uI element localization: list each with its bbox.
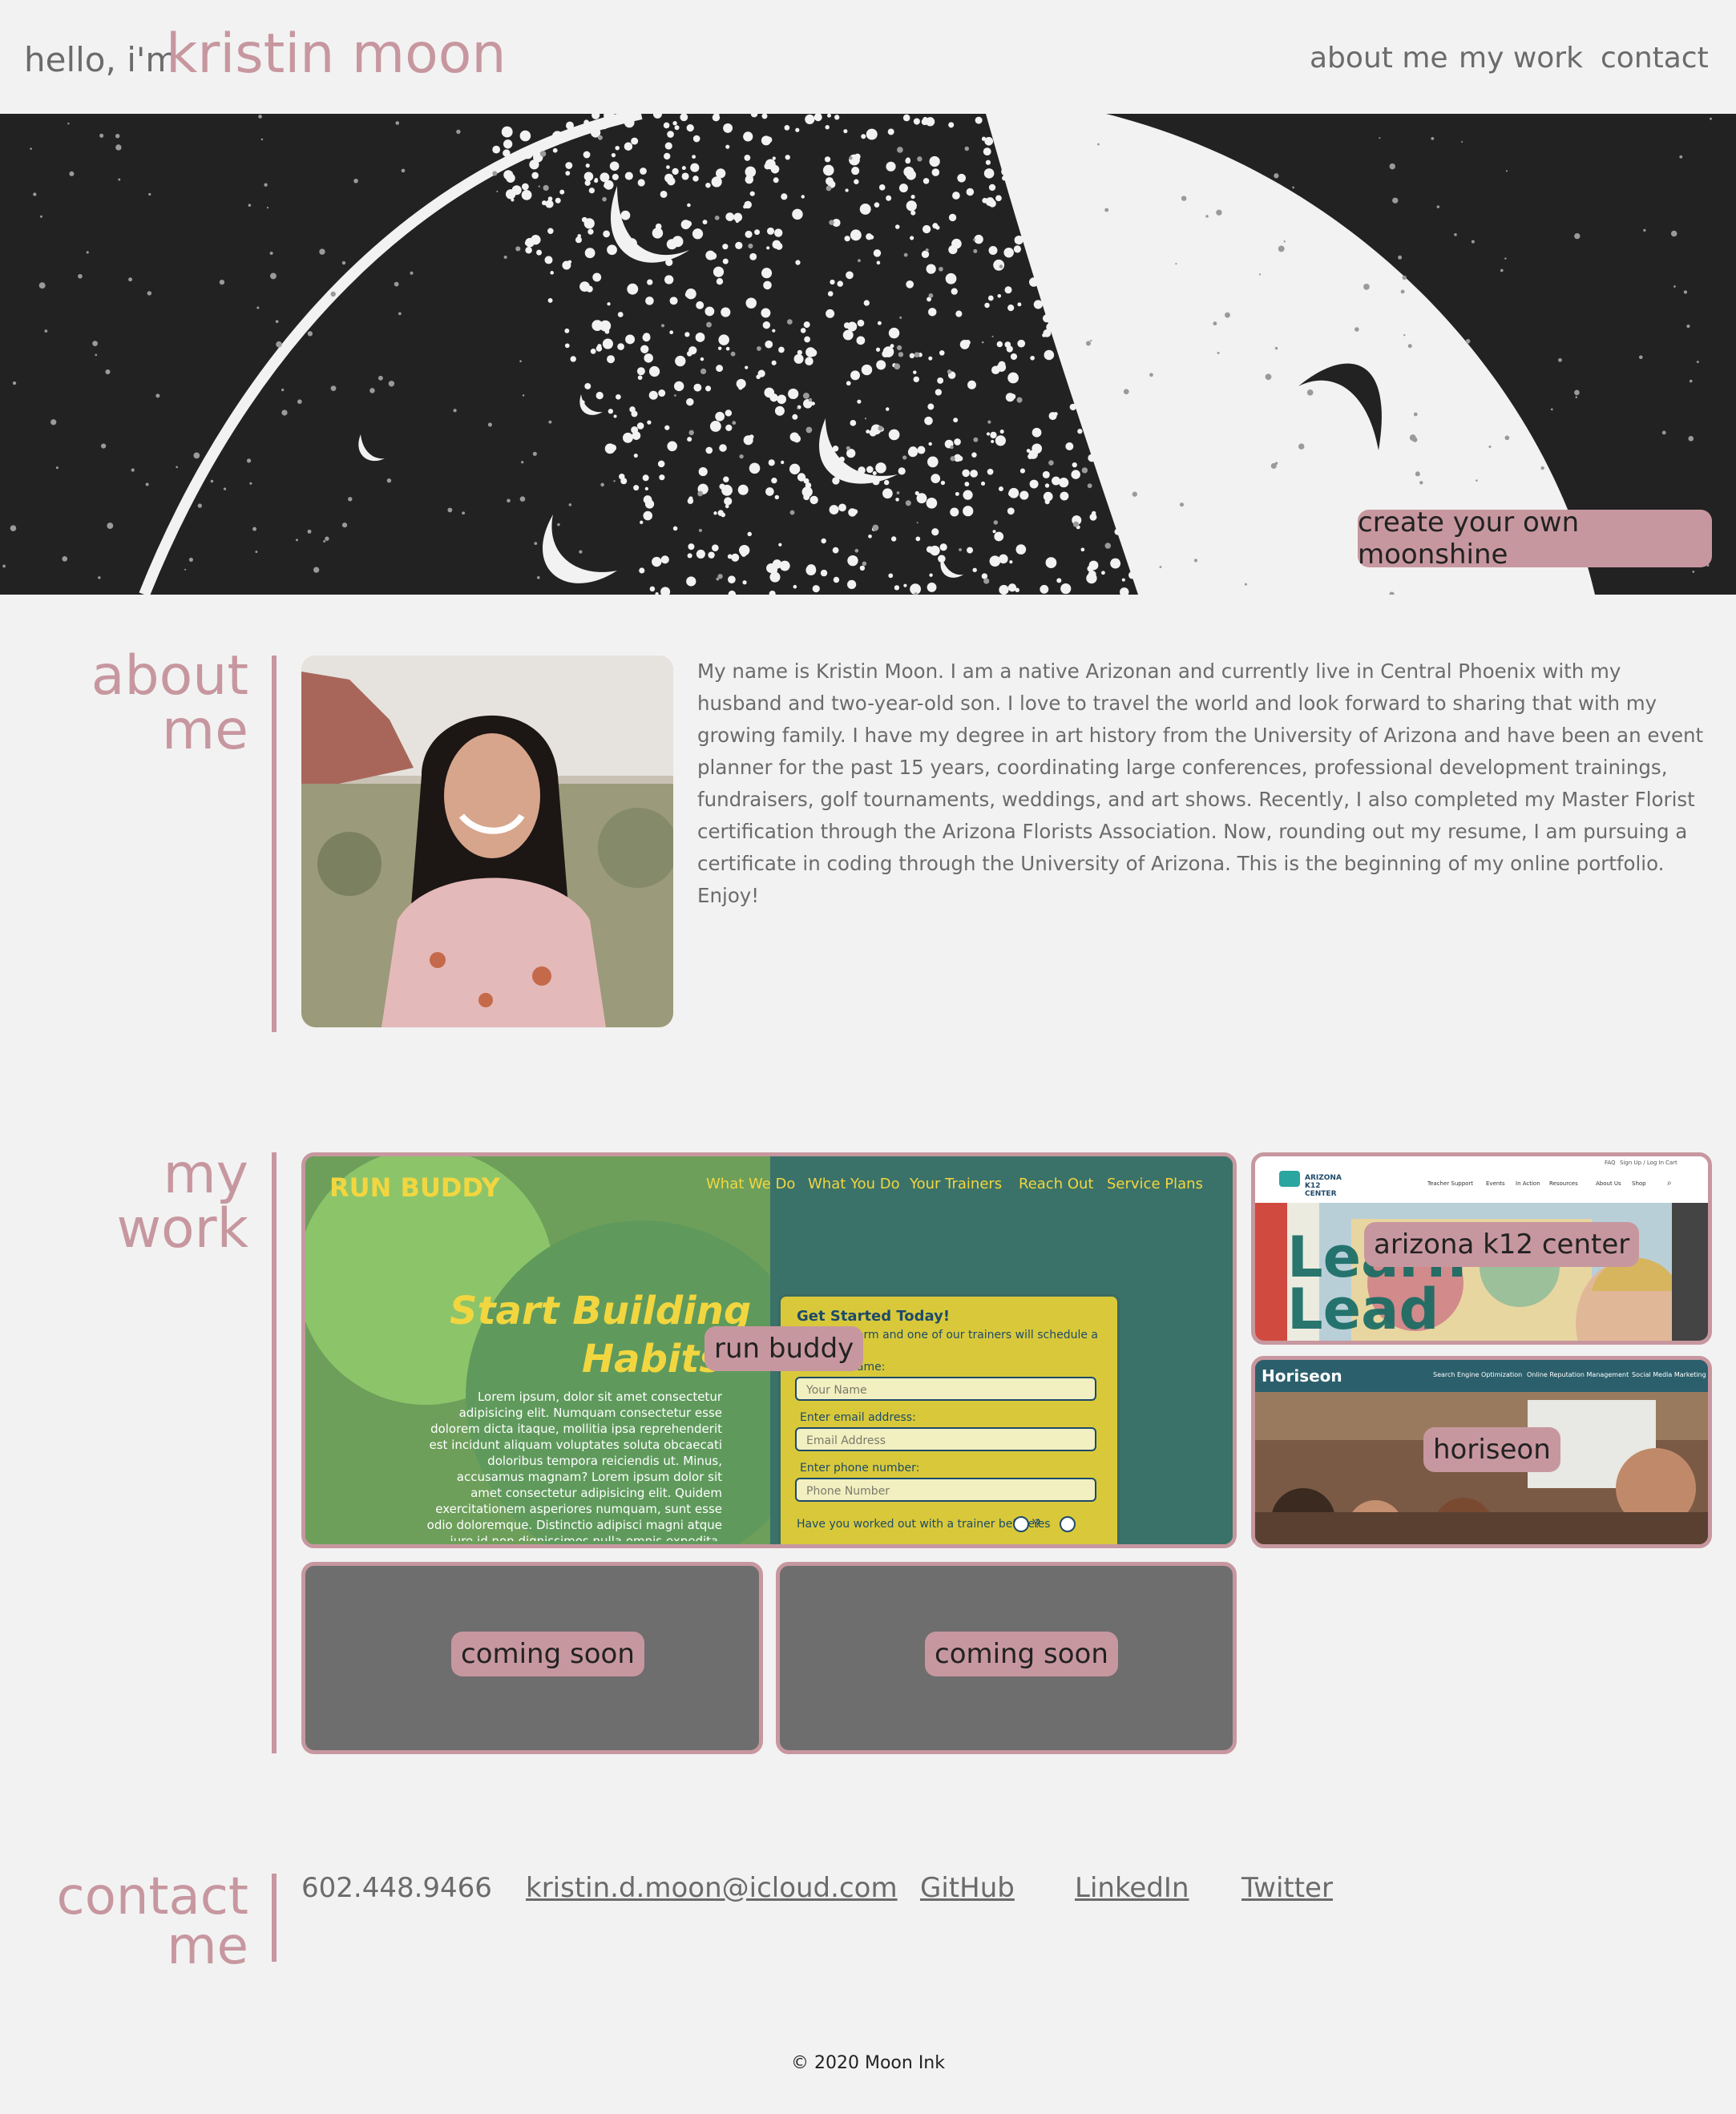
contact-email-link[interactable]: kristin.d.moon@icloud.com <box>526 1872 898 1904</box>
hero-banner: create your own moonshine <box>0 114 1736 595</box>
twitter-link[interactable]: Twitter <box>1241 1872 1333 1904</box>
contact-divider <box>272 1874 277 1962</box>
k12-big-2: Lead <box>1287 1277 1439 1342</box>
k12-nav: In Action <box>1516 1180 1540 1187</box>
run-buddy-headline-2: Habits <box>582 1337 722 1382</box>
project-card-horiseon[interactable]: Horiseon Search Engine Optimization Onli… <box>1251 1356 1712 1548</box>
work-title: my work <box>116 1143 248 1261</box>
nav-about-me[interactable]: about me <box>1310 42 1448 75</box>
horiseon-header: Horiseon Search Engine Optimization Onli… <box>1255 1360 1708 1392</box>
k12-nav: Resources <box>1549 1180 1578 1187</box>
run-buddy-phone-label: Enter phone number: <box>800 1462 920 1475</box>
about-divider <box>272 656 277 1032</box>
radio-icon <box>1013 1516 1029 1532</box>
run-buddy-form-title: Get Started Today! <box>797 1308 951 1325</box>
k12-nav: Teacher Support <box>1427 1180 1474 1187</box>
nav-my-work[interactable]: my work <box>1459 42 1583 75</box>
k12-toplink: Cart <box>1665 1160 1677 1166</box>
moonshine-button[interactable]: create your own moonshine <box>1358 506 1712 571</box>
contact-title-line-1: contact <box>56 1867 249 1926</box>
nav-contact[interactable]: contact <box>1601 42 1709 75</box>
run-buddy-nav-0: What We Do <box>706 1176 796 1192</box>
footer-copyright: © 2020 Moon Ink <box>791 2053 945 2073</box>
search-icon: ⌕ <box>1667 1179 1672 1188</box>
project-label-run-buddy: run buddy <box>704 1326 864 1371</box>
run-buddy-nav-1: What You Do <box>808 1176 900 1192</box>
horiseon-nav: Social Media Marketing <box>1632 1371 1706 1378</box>
k12-toplink: Sign Up / Log In <box>1620 1160 1665 1166</box>
run-buddy-nav-4: Service Plans <box>1107 1176 1203 1192</box>
k12-logo-icon <box>1279 1171 1300 1187</box>
k12-nav: About Us <box>1596 1180 1621 1187</box>
work-divider <box>272 1152 277 1753</box>
k12-toplink: FAQ <box>1605 1160 1616 1166</box>
k12-nav: Shop <box>1632 1180 1646 1187</box>
run-buddy-nav-2: Your Trainers <box>910 1176 1003 1192</box>
run-buddy-question: Have you worked out with a trainer befor… <box>797 1518 1041 1531</box>
run-buddy-brand: RUN BUDDY <box>329 1172 500 1203</box>
k12-logo: ARIZONA K12 CENTER <box>1305 1174 1342 1198</box>
run-buddy-name-input: Your Name <box>795 1377 1096 1401</box>
horiseon-nav: Search Engine Optimization <box>1433 1371 1523 1378</box>
site-header: hello, i'm kristin moon about me my work… <box>0 0 1736 114</box>
project-card-coming-soon-1[interactable]: coming soon <box>301 1562 763 1754</box>
project-card-arizona-k12[interactable]: ARIZONA K12 CENTER FAQ Sign Up / Log In … <box>1251 1152 1712 1345</box>
project-label-horiseon: horiseon <box>1423 1427 1560 1472</box>
contact-title: contact me <box>24 1867 249 1976</box>
contact-title-line-2: me <box>167 1917 248 1976</box>
run-buddy-email-label: Enter email address: <box>800 1411 916 1424</box>
project-label-coming-soon-1: coming soon <box>451 1632 644 1676</box>
greeting: hello, i'm <box>24 40 179 79</box>
github-link[interactable]: GitHub <box>920 1872 1015 1904</box>
k12-header: ARIZONA K12 CENTER FAQ Sign Up / Log In … <box>1255 1156 1708 1203</box>
project-label-arizona-k12: arizona k12 center <box>1364 1222 1640 1267</box>
project-card-coming-soon-2[interactable]: coming soon <box>776 1562 1237 1754</box>
horiseon-brand: Horiseon <box>1262 1366 1342 1386</box>
about-bio: My name is Kristin Moon. I am a native A… <box>697 660 1704 907</box>
run-buddy-headline-1: Start Building <box>450 1289 752 1333</box>
profile-photo <box>301 656 673 1027</box>
contact-phone: 602.448.9466 <box>301 1872 492 1904</box>
site-name[interactable]: kristin moon <box>166 22 506 86</box>
project-label-coming-soon-2: coming soon <box>925 1632 1118 1676</box>
run-buddy-form-sub: this form and one of our trainers will s… <box>829 1329 1099 1341</box>
run-buddy-phone-input: Phone Number <box>795 1478 1096 1502</box>
run-buddy-body: Lorem ipsum, dolor sit amet consectetur … <box>426 1390 722 1541</box>
about-title: about me <box>91 644 248 762</box>
k12-nav: Events <box>1486 1180 1505 1187</box>
horiseon-nav: Online Reputation Management <box>1527 1371 1629 1378</box>
linkedin-link[interactable]: LinkedIn <box>1075 1872 1189 1904</box>
run-buddy-yes: Yes <box>1032 1518 1051 1531</box>
radio-icon <box>1060 1516 1076 1532</box>
project-card-run-buddy[interactable]: RUN BUDDY What We Do What You Do Your Tr… <box>301 1152 1237 1548</box>
run-buddy-email-input: Email Address <box>795 1427 1096 1451</box>
run-buddy-nav-3: Reach Out <box>1019 1176 1094 1192</box>
